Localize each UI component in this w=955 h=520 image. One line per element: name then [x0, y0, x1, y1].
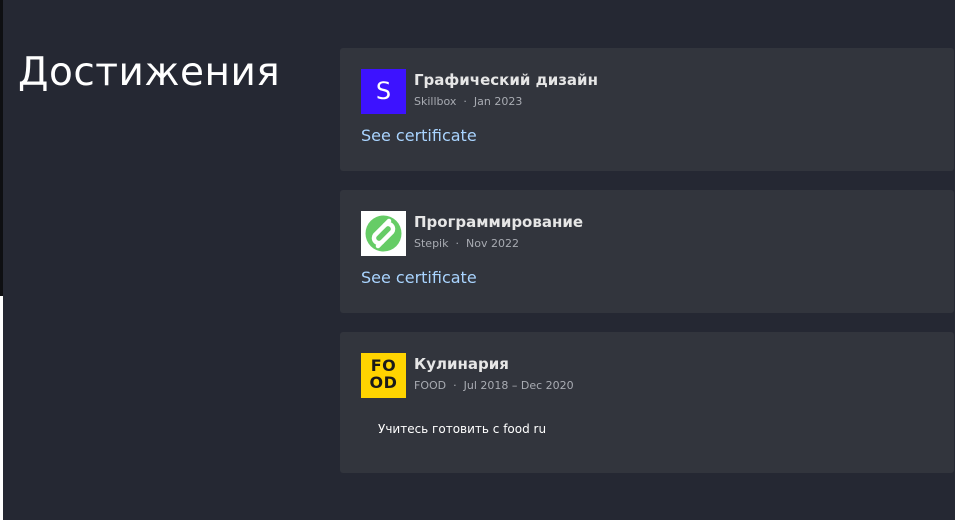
see-certificate-link[interactable]: See certificate	[361, 126, 477, 146]
achievement-card-design: S Графический дизайн Skillbox · Jan 2023 S…	[340, 48, 954, 171]
achievement-date: Jul 2018 – Dec 2020	[463, 379, 574, 392]
logo-letter: S	[375, 77, 392, 105]
stepik-logo-icon	[361, 211, 406, 256]
food-logo-icon: FO OD	[361, 353, 406, 398]
achievement-title: Графический дизайн	[414, 71, 598, 89]
meta-separator: ·	[463, 95, 467, 108]
achievement-meta: Skillbox · Jan 2023	[414, 95, 522, 109]
achievement-date: Jan 2023	[473, 95, 523, 108]
food-logo-text: FO OD	[361, 357, 406, 391]
achievement-date: Nov 2022	[465, 237, 519, 250]
achievements-section: Достижения S Графический дизайн Skillbox…	[3, 0, 955, 520]
achievement-meta: Stepik · Nov 2022	[414, 237, 519, 251]
achievement-issuer: FOOD	[414, 379, 447, 392]
achievement-issuer: Skillbox	[414, 95, 457, 108]
meta-separator: ·	[453, 379, 457, 392]
food-logo-bottom: OD	[369, 373, 398, 392]
achievement-title: Кулинария	[414, 355, 509, 373]
achievement-card-programming: Программирование Stepik · Nov 2022 See cer…	[340, 190, 954, 313]
meta-separator: ·	[455, 237, 459, 250]
stepik-logo-graphic	[365, 215, 402, 252]
achievement-description: Учитесь готовить с food ru	[378, 422, 547, 436]
food-logo-top: FO	[370, 356, 397, 375]
section-title: Достижения	[18, 50, 281, 95]
achievement-card-cooking: FO OD Кулинария FOOD · Jul 2018 – Dec 2020…	[340, 332, 954, 473]
skillbox-logo-icon: S	[361, 69, 406, 114]
achievement-meta: FOOD · Jul 2018 – Dec 2020	[414, 379, 574, 393]
see-certificate-link[interactable]: See certificate	[361, 268, 477, 288]
achievement-issuer: Stepik	[414, 237, 449, 250]
achievement-title: Программирование	[414, 213, 584, 231]
